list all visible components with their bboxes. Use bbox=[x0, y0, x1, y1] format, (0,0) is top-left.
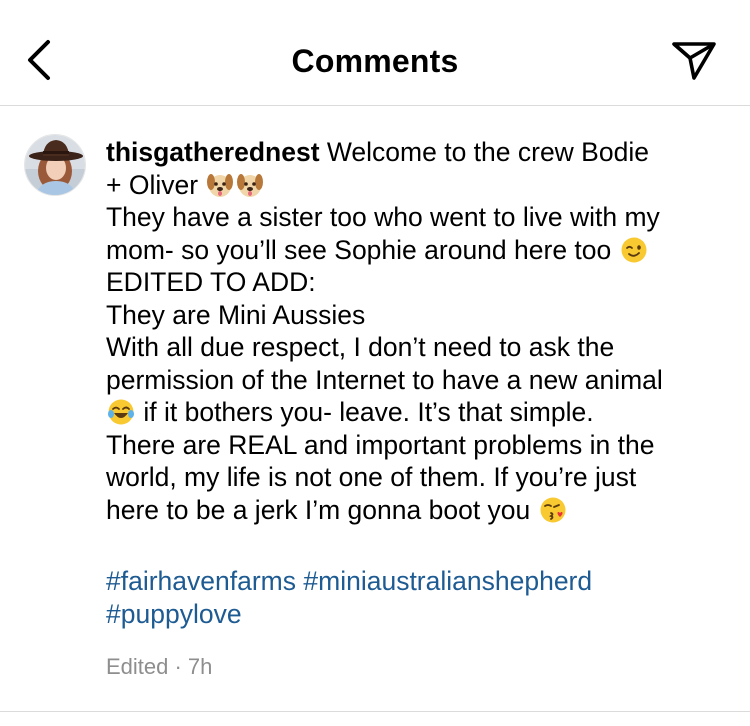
comment-text: Welcome to the crew Bodie bbox=[319, 137, 649, 167]
page-title: Comments bbox=[291, 43, 459, 79]
divider bbox=[0, 711, 750, 712]
dog-face-emoji bbox=[237, 173, 264, 197]
tears-of-joy-emoji bbox=[108, 399, 134, 425]
comment-text: + Oliver bbox=[106, 169, 206, 200]
comment-line: With all due respect, I don’t need to as… bbox=[106, 332, 615, 362]
hashtag-block: #fairhavenfarms #miniaustralianshepherd … bbox=[106, 565, 726, 630]
comment-line: They are Mini Aussies bbox=[106, 299, 366, 330]
comment-line: world, my life is not one of them. If yo… bbox=[106, 462, 637, 492]
comments-header: Comments bbox=[0, 0, 750, 106]
comment-text: mom- so you’ll see Sophie around here to… bbox=[106, 234, 619, 265]
dog-face-emoji bbox=[207, 173, 234, 197]
comment-text: if it bothers you- leave. It’s that simp… bbox=[136, 397, 594, 427]
comment-item: thisgatherednest Welcome to the crew Bod… bbox=[0, 106, 750, 710]
comment-meta: Edited · 7h bbox=[106, 654, 213, 679]
avatar[interactable] bbox=[24, 134, 86, 196]
hashtag-link[interactable]: #fairhavenfarms bbox=[106, 566, 296, 596]
comment-line: EDITED TO ADD: bbox=[106, 267, 316, 297]
hashtag-line: #puppylove bbox=[106, 598, 726, 631]
share-button[interactable] bbox=[670, 40, 718, 82]
comment-line: permission of the Internet to have a new… bbox=[106, 364, 663, 395]
winking-face-emoji bbox=[621, 237, 647, 262]
comment-line: here to be a jerk I’m gonna boot you bbox=[106, 494, 726, 527]
hashtag-link[interactable]: #puppylove bbox=[106, 599, 242, 629]
hashtag-link[interactable]: #miniaustralianshepherd bbox=[303, 566, 592, 596]
paper-plane-icon bbox=[672, 42, 716, 80]
comment-body: thisgatherednest Welcome to the crew Bod… bbox=[106, 136, 726, 630]
comment-text: here to be a jerk I’m gonna boot you bbox=[106, 494, 538, 525]
comment-line: They have a sister too who went to live … bbox=[106, 202, 660, 232]
face-blowing-kiss-emoji bbox=[540, 497, 566, 522]
comment-line: thisgatherednest Welcome to the crew Bod… bbox=[106, 136, 726, 169]
comment-line: + Oliver bbox=[106, 169, 726, 202]
username-link[interactable]: thisgatherednest bbox=[106, 137, 320, 167]
hashtag-line: #fairhavenfarms #miniaustralianshepherd bbox=[106, 565, 726, 598]
profile-photo bbox=[25, 135, 85, 195]
comment-line: if it bothers you- leave. It’s that simp… bbox=[106, 396, 726, 429]
comment-line: mom- so you’ll see Sophie around here to… bbox=[106, 234, 726, 267]
comment-line: There are REAL and important problems in… bbox=[106, 429, 655, 460]
